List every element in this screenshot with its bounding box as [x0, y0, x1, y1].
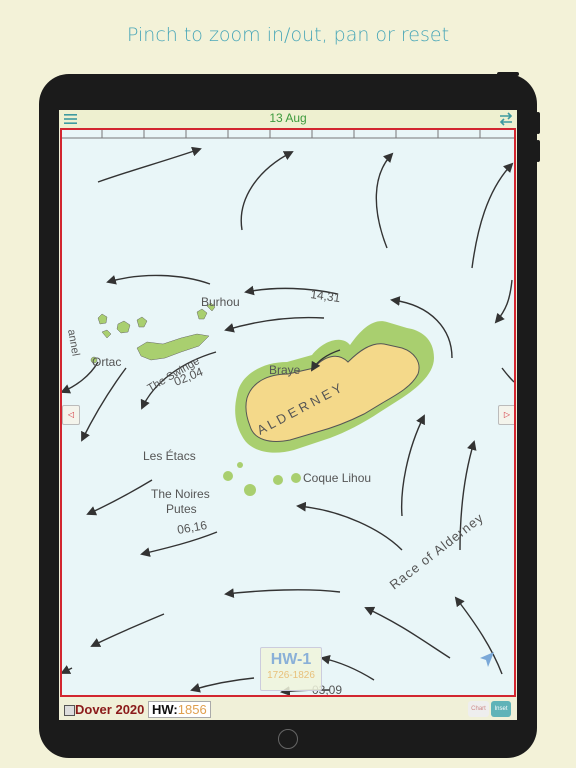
date-label[interactable]: 13 Aug — [59, 111, 517, 125]
hw-time-label: HW: — [152, 702, 178, 717]
port-icon[interactable] — [64, 705, 75, 716]
bottom-bar: Dover 2020 HW:1856 Chart Inset — [59, 699, 517, 720]
instruction-caption: Pinch to zoom in/out, pan or reset — [126, 24, 450, 46]
label-ortac: Ortac — [92, 355, 121, 369]
label-channel: annel — [65, 328, 81, 357]
swap-arrows-icon[interactable] — [499, 112, 513, 126]
label-noires-2: Putes — [166, 502, 197, 516]
north-arrow-icon — [480, 652, 494, 667]
label-noires-1: The Noires — [151, 487, 210, 501]
label-race: Race of Alderney — [387, 510, 487, 593]
rate-label-1: 14,31 — [310, 287, 342, 305]
label-braye: Braye — [269, 363, 301, 377]
scale-ruler — [62, 130, 514, 139]
rate-label-3: 06,16 — [176, 518, 208, 537]
hw-offset-title: HW-1 — [270, 651, 312, 668]
home-button — [278, 729, 298, 749]
port-name[interactable]: Dover 2020 — [75, 702, 144, 717]
chart-button[interactable]: Chart — [468, 701, 489, 717]
pan-left-button[interactable]: ◁ — [62, 405, 80, 425]
app-screen: 13 Aug Burhou Ortac The Swinge Braye A L… — [59, 110, 517, 720]
top-bar: 13 Aug — [59, 110, 517, 128]
inset-button[interactable]: Inset — [491, 701, 511, 717]
hw-offset-badge: HW-1 1726-1826 — [260, 647, 322, 691]
hw-offset-range: 1726-1826 — [267, 670, 315, 681]
tidal-stream-map[interactable]: Burhou Ortac The Swinge Braye A L D E R … — [60, 128, 516, 697]
pan-right-button[interactable]: ▷ — [498, 405, 514, 425]
hw-time-box[interactable]: HW:1856 — [148, 701, 211, 718]
label-burhou: Burhou — [201, 295, 240, 309]
map-drawing: Burhou Ortac The Swinge Braye A L D E R … — [62, 130, 514, 695]
alderney-island — [223, 321, 434, 496]
label-etacs: Les Étacs — [143, 448, 196, 463]
label-coque-lihou: Coque Lihou — [303, 471, 371, 485]
hw-time-value: 1856 — [177, 702, 207, 717]
burhou-islets — [90, 302, 216, 364]
